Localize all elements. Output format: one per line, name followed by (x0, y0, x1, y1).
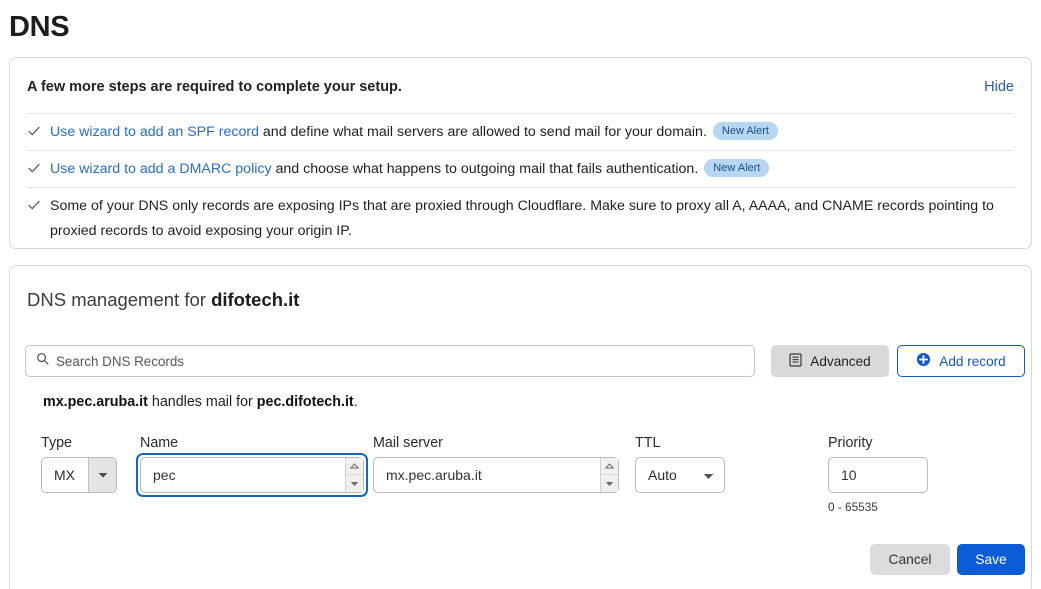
priority-input[interactable]: 10 (828, 457, 928, 493)
record-summary: mx.pec.aruba.it handles mail for pec.dif… (43, 394, 358, 410)
page-title: DNS (9, 11, 70, 43)
status-badge: New Alert (704, 159, 770, 177)
name-input-value: pec (153, 467, 176, 483)
alert-row: Use wizard to add a DMARC policy and cho… (27, 150, 1014, 187)
document-icon (789, 352, 802, 370)
field-ttl: TTL Auto (635, 435, 725, 493)
name-stepper[interactable] (345, 458, 363, 492)
type-select-value: MX (42, 458, 88, 492)
priority-input-value: 10 (841, 467, 857, 483)
dns-page: DNS A few more steps are required to com… (0, 0, 1041, 589)
check-icon (27, 157, 41, 179)
priority-range-hint: 0 - 65535 (828, 500, 878, 514)
alerts-header: A few more steps are required to complet… (27, 79, 1014, 95)
dns-management-card: DNS management for difotech.it Search DN… (9, 265, 1032, 589)
search-input[interactable]: Search DNS Records (25, 345, 755, 377)
alert-rest-text: and define what mail servers are allowed… (258, 124, 707, 140)
mail-server-input-value: mx.pec.aruba.it (386, 467, 482, 483)
record-summary-mid: handles mail for (147, 394, 257, 410)
name-input[interactable]: pec (140, 457, 364, 493)
record-summary-server: mx.pec.aruba.it (43, 394, 148, 410)
plus-circle-icon (916, 352, 931, 370)
record-summary-target: pec.difotech.it (256, 394, 354, 410)
alerts-heading: A few more steps are required to complet… (27, 79, 402, 95)
record-summary-end: . (353, 394, 358, 410)
add-record-button-label: Add record (939, 353, 1006, 369)
type-select[interactable]: MX (41, 457, 117, 493)
field-priority: Priority 10 0 - 65535 (828, 435, 928, 514)
name-input-text: pec (141, 467, 345, 483)
alert-row: Use wizard to add an SPF record and defi… (27, 113, 1014, 150)
alert-rest-text: and choose what happens to outgoing mail… (271, 161, 699, 177)
ttl-label: TTL (635, 435, 661, 451)
hide-alerts-link[interactable]: Hide (984, 79, 1014, 95)
alert-row: Some of your DNS only records are exposi… (27, 187, 1014, 244)
field-type: Type MX (41, 435, 117, 493)
stepper-down-icon[interactable] (601, 475, 618, 492)
search-icon (36, 352, 49, 370)
type-label: Type (41, 435, 72, 451)
stepper-down-icon[interactable] (346, 475, 363, 492)
search-placeholder: Search DNS Records (56, 353, 185, 369)
ttl-select-value: Auto (648, 467, 677, 483)
field-name: Name pec (136, 435, 368, 497)
chevron-down-icon (703, 467, 714, 483)
dmarc-wizard-link[interactable]: Use wizard to add a DMARC policy (50, 161, 272, 177)
alert-text: Some of your DNS only records are exposi… (50, 198, 994, 239)
alert-text: Use wizard to add an SPF record and defi… (50, 120, 1014, 145)
stepper-up-icon[interactable] (601, 458, 618, 475)
cancel-button[interactable]: Cancel (870, 544, 950, 575)
mail-server-input[interactable]: mx.pec.aruba.it (373, 457, 619, 493)
advanced-button[interactable]: Advanced (771, 345, 889, 377)
dns-management-title: DNS management for difotech.it (27, 289, 299, 311)
save-button[interactable]: Save (957, 544, 1025, 575)
spf-wizard-link[interactable]: Use wizard to add an SPF record (50, 124, 259, 140)
ttl-select[interactable]: Auto (635, 457, 725, 493)
alert-text: Use wizard to add a DMARC policy and cho… (50, 157, 1014, 182)
status-badge: New Alert (712, 122, 778, 140)
mail-server-stepper[interactable] (600, 458, 618, 492)
priority-label: Priority (828, 435, 873, 451)
stepper-up-icon[interactable] (346, 458, 363, 475)
check-icon (27, 120, 41, 142)
advanced-button-label: Advanced (810, 353, 871, 369)
add-record-button[interactable]: Add record (897, 345, 1025, 377)
name-label: Name (140, 435, 179, 451)
dns-title-prefix: DNS management for (27, 289, 212, 310)
check-icon (27, 194, 41, 216)
mail-server-label: Mail server (373, 435, 443, 451)
field-mail-server: Mail server mx.pec.aruba.it (373, 435, 619, 493)
chevron-down-icon (88, 458, 116, 492)
setup-alerts-card: A few more steps are required to complet… (9, 57, 1032, 249)
dns-domain-name: difotech.it (211, 289, 300, 310)
